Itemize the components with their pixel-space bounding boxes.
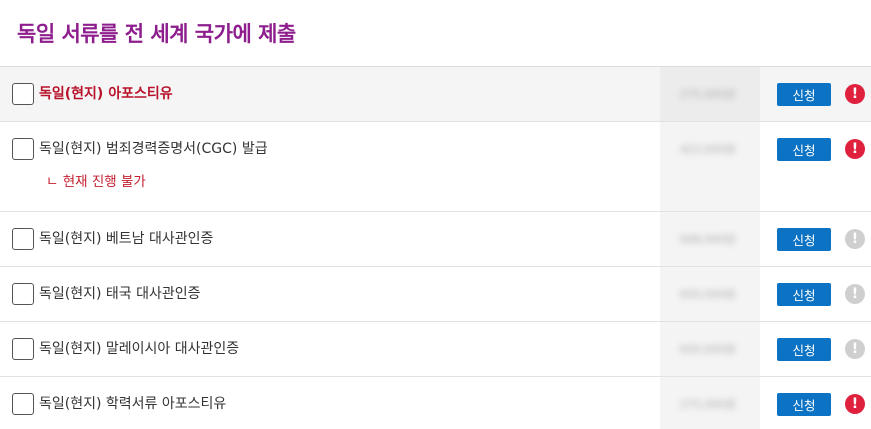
item-label: 독일(현지) 학력서류 아포스티유 <box>39 396 227 412</box>
apply-button[interactable]: 신청 <box>777 228 831 251</box>
item-price: 698,000원 <box>680 233 736 246</box>
alert-icon[interactable]: ! <box>845 394 865 414</box>
item-label: 독일(현지) 말레이시아 대사관인증 <box>39 341 240 357</box>
list-item: 독일(현지) 아포스티유 275,000원 신청 ! <box>0 67 871 122</box>
item-label: 독일(현지) 베트남 대사관인증 <box>39 231 214 247</box>
item-label: 독일(현지) 태국 대사관인증 <box>39 286 201 302</box>
item-checkbox[interactable] <box>12 283 34 305</box>
apply-button[interactable]: 신청 <box>777 83 831 106</box>
price-cell: 650,000원 <box>660 322 760 376</box>
page-header: 독일 서류를 전 세계 국가에 제출 <box>0 0 871 67</box>
item-price: 423,000원 <box>680 143 736 156</box>
alert-icon[interactable]: ! <box>845 84 865 104</box>
list-item: 독일(현지) 범죄경력증명서(CGC) 발급 ㄴ 현재 진행 불가 423,00… <box>0 122 871 212</box>
item-price: 650,000원 <box>680 288 736 301</box>
apply-button[interactable]: 신청 <box>777 338 831 361</box>
price-cell: 275,000원 <box>660 377 760 429</box>
apply-button[interactable]: 신청 <box>777 138 831 161</box>
list-item: 독일(현지) 학력서류 아포스티유 275,000원 신청 ! <box>0 377 871 429</box>
alert-icon[interactable]: ! <box>845 339 865 359</box>
item-checkbox[interactable] <box>12 228 34 250</box>
price-cell: 423,000원 <box>660 122 760 211</box>
item-price: 275,000원 <box>680 398 736 411</box>
alert-icon[interactable]: ! <box>845 284 865 304</box>
alert-icon[interactable]: ! <box>845 229 865 249</box>
price-cell: 275,000원 <box>660 67 760 121</box>
item-label: 독일(현지) 범죄경력증명서(CGC) 발급 <box>39 141 268 157</box>
item-checkbox[interactable] <box>12 393 34 415</box>
price-cell: 698,000원 <box>660 212 760 266</box>
item-status-note: ㄴ 현재 진행 불가 <box>46 174 146 190</box>
apply-button[interactable]: 신청 <box>777 393 831 416</box>
list-item: 독일(현지) 태국 대사관인증 650,000원 신청 ! <box>0 267 871 322</box>
item-checkbox[interactable] <box>12 338 34 360</box>
item-price: 650,000원 <box>680 343 736 356</box>
item-price: 275,000원 <box>680 88 736 101</box>
item-checkbox[interactable] <box>12 83 34 105</box>
item-label: 독일(현지) 아포스티유 <box>39 86 173 102</box>
alert-icon[interactable]: ! <box>845 139 865 159</box>
list-item: 독일(현지) 베트남 대사관인증 698,000원 신청 ! <box>0 212 871 267</box>
price-cell: 650,000원 <box>660 267 760 321</box>
item-checkbox[interactable] <box>12 138 34 160</box>
apply-button[interactable]: 신청 <box>777 283 831 306</box>
list-item: 독일(현지) 말레이시아 대사관인증 650,000원 신청 ! <box>0 322 871 377</box>
page-title: 독일 서류를 전 세계 국가에 제출 <box>17 22 296 46</box>
